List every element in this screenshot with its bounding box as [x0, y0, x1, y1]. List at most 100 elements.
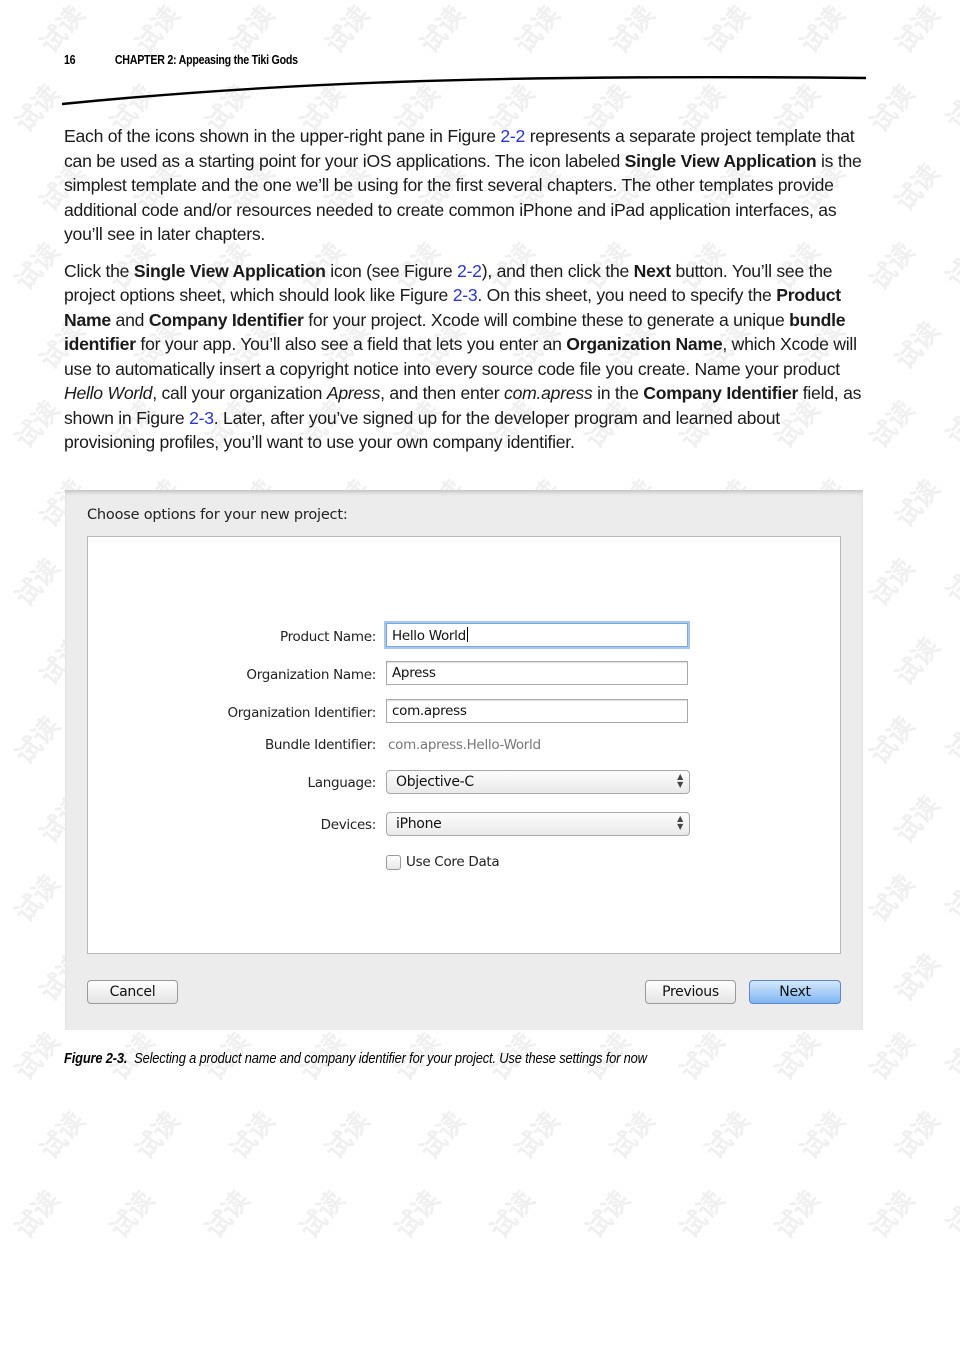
product-name-label: Product Name: [279, 629, 376, 645]
devices-value: iPhone [396, 816, 442, 832]
watermark-text: 试读 [864, 1027, 922, 1087]
watermark-text: 试读 [940, 412, 960, 452]
figure-link[interactable]: 2-2 [500, 126, 525, 146]
use-core-data-row: Use Core Data [88, 853, 840, 883]
watermark-text: 试读 [864, 711, 922, 771]
watermark-text: 试读 [864, 237, 922, 297]
body-text: Each of the icons shown in the upper-rig… [64, 124, 869, 467]
sheet-title: Choose options for your new project: [87, 507, 348, 523]
watermark-text: 试读 [604, 1106, 662, 1166]
watermark-text: 试读 [864, 553, 922, 613]
language-popup[interactable]: Objective-C ▲ ▼ [386, 770, 690, 794]
watermark-text: 试读 [319, 1106, 377, 1166]
text-run: , and then enter [380, 383, 505, 403]
watermark-text: 试读 [414, 0, 472, 60]
watermark-text: 试读 [940, 570, 960, 610]
text-run: and [110, 309, 149, 330]
running-head: 16 CHAPTER 2: Appeasing the Tiki Gods [64, 52, 298, 67]
watermark-text: 试读 [889, 948, 947, 1008]
devices-label: Devices: [320, 817, 377, 833]
bold-term: Organization Name [566, 334, 723, 354]
use-core-data-checkbox[interactable] [386, 855, 401, 870]
watermark-text: 试读 [34, 1106, 92, 1166]
text-run: ), and then click the [481, 260, 634, 281]
page-number: 16 [64, 52, 76, 67]
header-swoosh-rule [62, 75, 866, 106]
bundle-identifier-row: Bundle Identifier: com.apress.Hello-Worl… [88, 735, 840, 765]
watermark-text: 试读 [509, 1106, 567, 1166]
bundle-identifier-label: Bundle Identifier: [264, 737, 376, 753]
bold-term: Single View Application [133, 260, 326, 281]
watermark-text: 试读 [9, 79, 67, 139]
text-run: Each of the icons shown in the upper-rig… [64, 126, 501, 146]
watermark-text: 试读 [889, 0, 947, 60]
watermark-text: 试读 [889, 632, 947, 692]
next-button[interactable]: Next [749, 980, 841, 1004]
watermark-text: 试读 [389, 1185, 447, 1245]
text-run: icon (see Figure [325, 260, 458, 281]
caption-label: Figure 2-3. [64, 1050, 128, 1067]
caption-text: Selecting a product name and company ide… [134, 1050, 647, 1067]
up-down-arrows-icon: ▲ ▼ [677, 772, 683, 789]
watermark-text: 试读 [889, 790, 947, 850]
organization-name-label: Organization Name: [246, 667, 376, 683]
watermark-text: 试读 [9, 553, 67, 613]
use-core-data-label[interactable]: Use Core Data [406, 854, 500, 870]
watermark-text: 试读 [940, 96, 960, 136]
figure-caption: Figure 2-3. Selecting a product name and… [64, 1050, 647, 1067]
text-run: . On this sheet, you need to specify the [477, 285, 777, 305]
figure-project-options-sheet: Choose options for your new project: Pro… [65, 490, 863, 1030]
devices-row: Devices: iPhone ▲ ▼ [88, 812, 840, 842]
text-run: for your app. You’ll also see a field th… [135, 334, 567, 354]
bold-term: Single View Application [624, 150, 817, 171]
text-run: in the [592, 383, 644, 403]
text-run: , call your organization [152, 383, 327, 403]
organization-name-row: Organization Name: Apress [88, 661, 840, 691]
watermark-text: 试读 [794, 0, 852, 60]
up-down-arrows-icon: ▲ ▼ [677, 814, 683, 831]
watermark-text: 试读 [940, 728, 960, 768]
previous-button[interactable]: Previous [645, 980, 736, 1004]
devices-popup[interactable]: iPhone ▲ ▼ [386, 812, 690, 836]
chapter-title: CHAPTER 2: Appeasing the Tiki Gods [114, 52, 298, 67]
watermark-text: 试读 [319, 0, 377, 60]
watermark-text: 试读 [889, 474, 947, 534]
paragraph: Each of the icons shown in the upper-rig… [64, 124, 869, 247]
product-name-field[interactable]: Hello World [386, 623, 688, 647]
watermark-text: 试读 [864, 1185, 922, 1245]
watermark-text: 试读 [769, 1027, 827, 1087]
figure-link[interactable]: 2-2 [457, 261, 482, 281]
product-name-value: Hello World [392, 628, 466, 644]
bold-term: Next [633, 260, 671, 281]
watermark-text: 试读 [940, 1202, 960, 1242]
figure-link[interactable]: 2-3 [453, 285, 478, 305]
bold-term: Company Identifier [148, 309, 304, 330]
watermark-text: 试读 [794, 1106, 852, 1166]
watermark-text: 试读 [889, 158, 947, 218]
paragraph: Click the Single View Application icon (… [64, 259, 869, 455]
organization-identifier-field[interactable]: com.apress [386, 699, 688, 723]
product-name-row: Product Name: Hello World [88, 623, 840, 653]
figure-link[interactable]: 2-3 [189, 408, 214, 428]
organization-identifier-label: Organization Identifier: [227, 705, 376, 721]
watermark-text: 试读 [699, 1106, 757, 1166]
watermark-text: 试读 [9, 1185, 67, 1245]
cancel-button[interactable]: Cancel [87, 980, 178, 1004]
text-run: Click the [64, 260, 134, 281]
italic-term: Apress [326, 383, 381, 403]
watermark-text: 试读 [414, 1106, 472, 1166]
watermark-text: 试读 [940, 886, 960, 926]
watermark-text: 试读 [579, 1185, 637, 1245]
watermark-text: 试读 [199, 1185, 257, 1245]
language-row: Language: Objective-C ▲ ▼ [88, 770, 840, 800]
watermark-text: 试读 [9, 1027, 67, 1087]
watermark-text: 试读 [769, 1185, 827, 1245]
watermark-text: 试读 [9, 869, 67, 929]
watermark-text: 试读 [699, 0, 757, 60]
watermark-text: 试读 [889, 316, 947, 376]
watermark-text: 试读 [864, 869, 922, 929]
watermark-text: 试读 [674, 1185, 732, 1245]
watermark-text: 试读 [940, 1044, 960, 1084]
organization-name-field[interactable]: Apress [386, 661, 688, 685]
organization-identifier-row: Organization Identifier: com.apress [88, 699, 840, 729]
